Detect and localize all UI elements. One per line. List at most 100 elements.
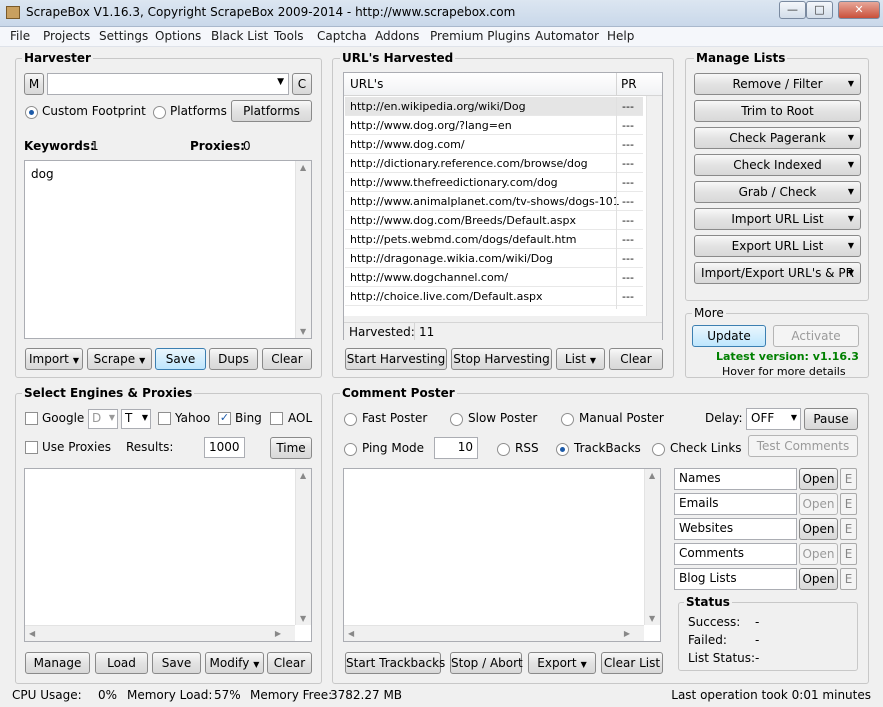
check-links-radio[interactable]: [652, 443, 665, 456]
scroll-right-icon[interactable]: ▶: [624, 629, 630, 638]
menu-file[interactable]: File: [10, 29, 30, 43]
blog-lists-edit-button[interactable]: E: [840, 568, 857, 590]
menu-premium-plugins[interactable]: Premium Plugins: [430, 29, 530, 43]
url-row[interactable]: http://dragonage.wikia.com/wiki/Dog ---: [345, 249, 643, 268]
trackbacks-radio[interactable]: [556, 443, 569, 456]
menu-addons[interactable]: Addons: [375, 29, 419, 43]
minimize-button[interactable]: —: [779, 1, 806, 19]
time-button[interactable]: Time: [270, 437, 312, 459]
url-row[interactable]: http://www.animalplanet.com/tv-shows/dog…: [345, 192, 643, 211]
proxies-vscroll[interactable]: ▲ ▼: [295, 469, 311, 625]
scroll-up-icon[interactable]: ▲: [300, 471, 306, 480]
bing-checkbox[interactable]: ✓: [218, 412, 231, 425]
scroll-left-icon[interactable]: ◀: [29, 629, 35, 638]
activate-button[interactable]: Activate: [773, 325, 859, 347]
save-keywords-button[interactable]: Save: [155, 348, 206, 370]
menu-projects[interactable]: Projects: [43, 29, 90, 43]
ping-threads-input[interactable]: 10: [434, 437, 478, 459]
menu-settings[interactable]: Settings: [99, 29, 148, 43]
m-button[interactable]: M: [24, 73, 44, 95]
fast-poster-radio[interactable]: [344, 413, 357, 426]
proxies-textarea[interactable]: ▲ ▼ ◀ ▶: [24, 468, 312, 642]
url-row[interactable]: http://dictionary.reference.com/browse/d…: [345, 154, 643, 173]
poster-output[interactable]: ▲ ▼ ◀ ▶: [343, 468, 661, 642]
blog-lists-field[interactable]: Blog Lists: [674, 568, 797, 590]
menu-captcha[interactable]: Captcha: [317, 29, 367, 43]
names-edit-button[interactable]: E: [840, 468, 857, 490]
scroll-down-icon[interactable]: ▼: [649, 614, 655, 623]
emails-edit-button[interactable]: E: [840, 493, 857, 515]
emails-open-button[interactable]: Open: [799, 493, 838, 515]
url-row[interactable]: http://pets.webmd.com/dogs/default.htm --…: [345, 230, 643, 249]
export-url-list-button[interactable]: Export URL List ▼: [694, 235, 861, 257]
poster-vscroll[interactable]: ▲ ▼: [644, 469, 660, 625]
url-row[interactable]: http://en.wikipedia.org/wiki/Dog ---: [345, 97, 643, 116]
load-proxies-button[interactable]: Load: [95, 652, 148, 674]
start-trackbacks-button[interactable]: Start Trackbacks: [345, 652, 445, 674]
websites-open-button[interactable]: Open: [799, 518, 838, 540]
url-row[interactable]: http://www.dog.com/ ---: [345, 135, 643, 154]
platforms-button[interactable]: Platforms: [231, 100, 312, 122]
yahoo-checkbox[interactable]: [158, 412, 171, 425]
footprint-combo[interactable]: ▼: [47, 73, 289, 95]
menu-automator[interactable]: Automator: [535, 29, 599, 43]
save-proxies-button[interactable]: Save: [152, 652, 201, 674]
custom-footprint-radio[interactable]: [25, 106, 38, 119]
scroll-down-icon[interactable]: ▼: [300, 327, 306, 336]
clear-proxies-button[interactable]: Clear: [267, 652, 312, 674]
poster-hscroll[interactable]: ◀ ▶: [344, 625, 644, 641]
websites-field[interactable]: Websites: [674, 518, 797, 540]
use-proxies-checkbox[interactable]: [25, 441, 38, 454]
names-open-button[interactable]: Open: [799, 468, 838, 490]
url-row[interactable]: http://www.dog.com/Breeds/Default.aspx --…: [345, 211, 643, 230]
stop-abort-button[interactable]: Stop / Abort: [450, 652, 523, 674]
dups-button[interactable]: Dups: [209, 348, 258, 370]
scrape-button[interactable]: Scrape ▼: [87, 348, 152, 370]
clear-keywords-button[interactable]: Clear: [262, 348, 312, 370]
scroll-left-icon[interactable]: ◀: [348, 629, 354, 638]
platforms-radio[interactable]: [153, 106, 166, 119]
slow-poster-radio[interactable]: [450, 413, 463, 426]
manual-poster-radio[interactable]: [561, 413, 574, 426]
comments-edit-button[interactable]: E: [840, 543, 857, 565]
google-select[interactable]: D ▼: [88, 409, 118, 429]
scroll-up-icon[interactable]: ▲: [649, 471, 655, 480]
url-row[interactable]: http://www.thefreedictionary.com/dog ---: [345, 173, 643, 192]
col-pr-header[interactable]: PR: [621, 77, 637, 91]
pause-button[interactable]: Pause: [804, 408, 858, 430]
list-button[interactable]: List ▼: [556, 348, 605, 370]
emails-field[interactable]: Emails: [674, 493, 797, 515]
blog-lists-open-button[interactable]: Open: [799, 568, 838, 590]
url-row[interactable]: http://www.dog.org/?lang=en ---: [345, 116, 643, 135]
rss-radio[interactable]: [497, 443, 510, 456]
ping-mode-radio[interactable]: [344, 443, 357, 456]
clear-list-button[interactable]: Clear List: [601, 652, 663, 674]
hover-details-text[interactable]: Hover for more details: [722, 365, 846, 378]
export-button[interactable]: Export ▼: [528, 652, 596, 674]
url-row[interactable]: http://choice.live.com/Default.aspx ---: [345, 287, 643, 306]
check-pagerank-button[interactable]: Check Pagerank ▼: [694, 127, 861, 149]
google-tld-select[interactable]: T ▼: [121, 409, 151, 429]
scroll-right-icon[interactable]: ▶: [275, 629, 281, 638]
check-indexed-button[interactable]: Check Indexed ▼: [694, 154, 861, 176]
names-field[interactable]: Names: [674, 468, 797, 490]
title-bar[interactable]: ScrapeBox V1.16.3, Copyright ScrapeBox 2…: [0, 0, 883, 27]
clear-urls-button[interactable]: Clear: [609, 348, 663, 370]
test-comments-button[interactable]: Test Comments: [748, 435, 858, 457]
menu-help[interactable]: Help: [607, 29, 634, 43]
url-list-vscroll[interactable]: [646, 96, 662, 316]
keywords-scrollbar[interactable]: ▲ ▼: [295, 161, 311, 338]
import-button[interactable]: Import ▼: [25, 348, 83, 370]
modify-proxies-button[interactable]: Modify ▼: [205, 652, 264, 674]
import-export-pr-button[interactable]: Import/Export URL's & PR ▼: [694, 262, 861, 284]
delay-select[interactable]: OFF ▼: [746, 408, 801, 430]
aol-checkbox[interactable]: [270, 412, 283, 425]
grab-check-button[interactable]: Grab / Check ▼: [694, 181, 861, 203]
col-url-header[interactable]: URL's: [350, 77, 383, 91]
menu-options[interactable]: Options: [155, 29, 201, 43]
maximize-button[interactable]: □: [806, 1, 833, 19]
url-row[interactable]: http://www.dogchannel.com/ ---: [345, 268, 643, 287]
websites-edit-button[interactable]: E: [840, 518, 857, 540]
start-harvesting-button[interactable]: Start Harvesting: [345, 348, 447, 370]
results-input[interactable]: 1000: [204, 437, 245, 458]
